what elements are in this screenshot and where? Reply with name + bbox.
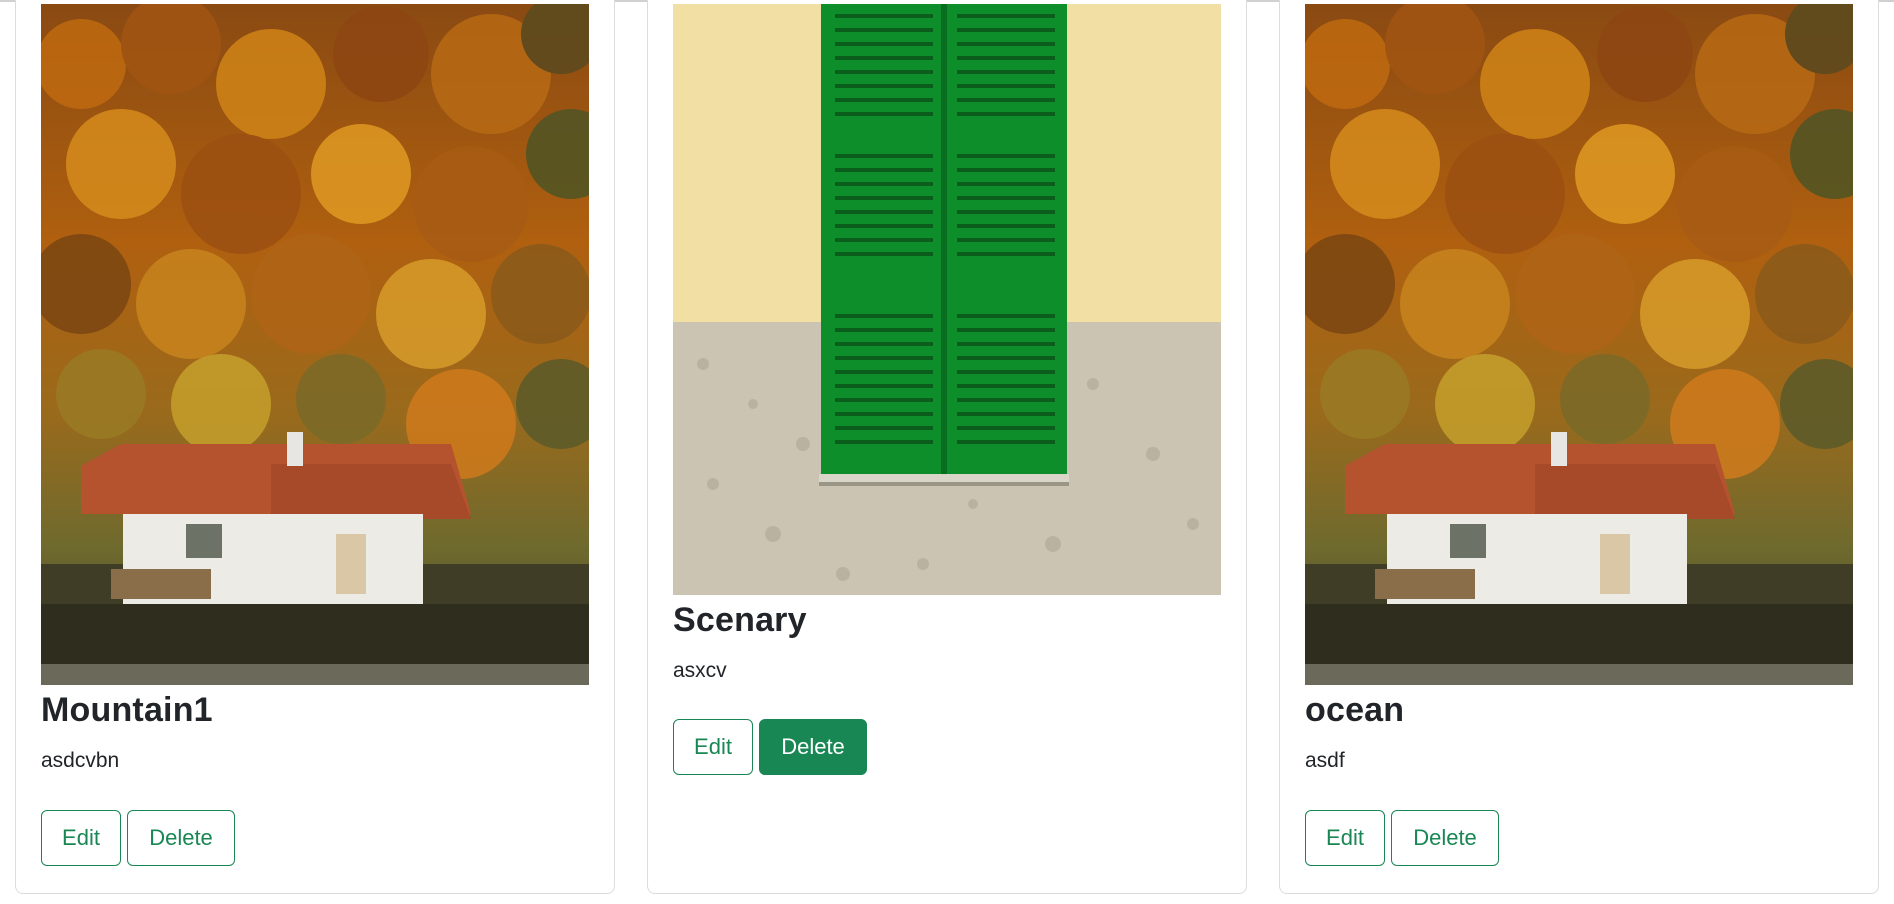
card-image [673,4,1221,595]
card-text: asxcv [673,659,727,682]
card-text: asdcvbn [41,749,120,772]
edit-button[interactable]: Edit [1305,810,1385,866]
card-text: asdf [1305,749,1345,772]
delete-button[interactable]: Delete [127,810,235,866]
card-title: ocean [1305,691,1405,729]
card-title: Mountain1 [41,691,213,729]
edit-button[interactable]: Edit [41,810,121,866]
card-mountain1: Mountain1 asdcvbn Edit Delete [15,0,615,894]
green-shutters-wall-image [673,4,1221,595]
autumn-forest-cottage-image [41,4,589,685]
delete-button[interactable]: Delete [759,719,867,775]
edit-button[interactable]: Edit [673,719,753,775]
card-grid: Mountain1 asdcvbn Edit Delete Scenary as… [0,0,1894,904]
card-scenary: Scenary asxcv Edit Delete [647,0,1247,894]
card-title: Scenary [673,601,807,639]
card-image [41,4,589,685]
delete-button[interactable]: Delete [1391,810,1499,866]
autumn-forest-cottage-image [1305,4,1853,685]
card-image [1305,4,1853,685]
card-ocean: ocean asdf Edit Delete [1279,0,1879,894]
